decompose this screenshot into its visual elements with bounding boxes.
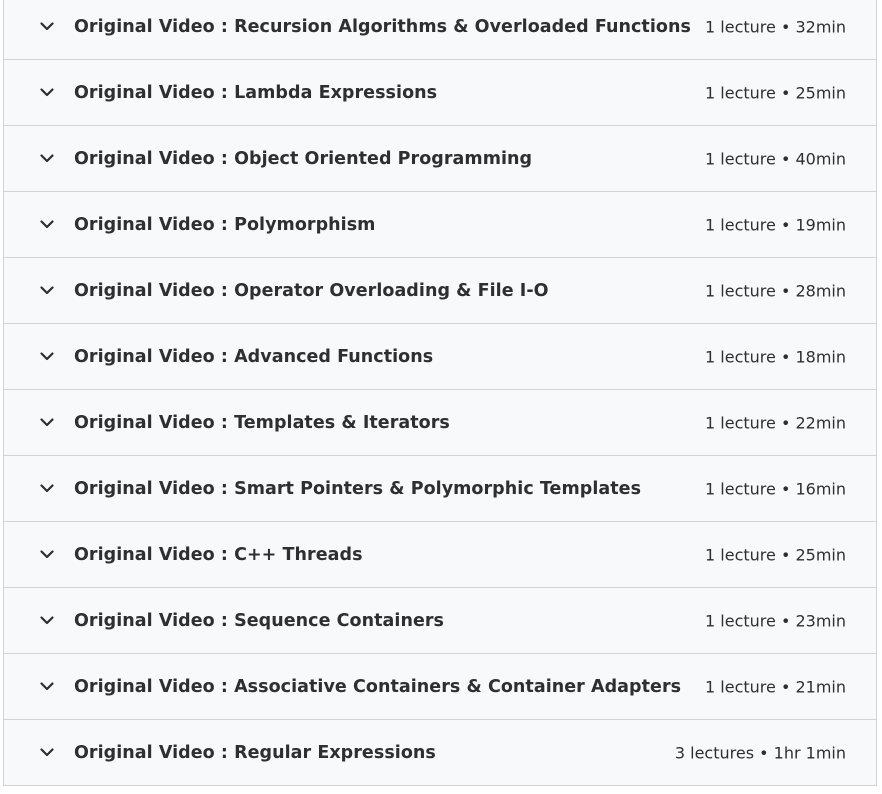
lecture-count: 1 lecture xyxy=(705,611,776,630)
section-duration: 25min xyxy=(795,83,846,102)
section-lecture-duration: 1 lecture • 32min xyxy=(705,17,846,36)
meta-separator: • xyxy=(775,281,796,300)
section-title: Original Video : Object Oriented Program… xyxy=(74,148,533,169)
section-lecture-duration: 1 lecture • 19min xyxy=(705,215,846,234)
section-title: Original Video : Advanced Functions xyxy=(74,346,434,367)
section-title: Original Video : Associative Containers … xyxy=(74,676,682,697)
lecture-count: 1 lecture xyxy=(705,281,776,300)
lecture-count: 1 lecture xyxy=(705,545,776,564)
course-curriculum: Original Video : Recursion Algorithms & … xyxy=(3,0,877,786)
curriculum-section-header[interactable]: Original Video : Regular Expressions 3 le… xyxy=(4,720,876,786)
chevron-down-icon[interactable] xyxy=(38,546,56,564)
section-lecture-duration: 1 lecture • 22min xyxy=(705,413,846,432)
chevron-down-icon[interactable] xyxy=(38,18,56,36)
lecture-count: 1 lecture xyxy=(705,677,776,696)
curriculum-section-header[interactable]: Original Video : Operator Overloading & … xyxy=(4,258,876,324)
section-duration: 16min xyxy=(795,479,846,498)
section-title: Original Video : Smart Pointers & Polymo… xyxy=(74,478,642,499)
curriculum-section-header[interactable]: Original Video : Polymorphism 1 lecture •… xyxy=(4,192,876,258)
section-lecture-duration: 1 lecture • 28min xyxy=(705,281,846,300)
section-duration: 22min xyxy=(795,413,846,432)
section-lecture-duration: 1 lecture • 16min xyxy=(705,479,846,498)
curriculum-section-header[interactable]: Original Video : Object Oriented Program… xyxy=(4,126,876,192)
chevron-down-icon[interactable] xyxy=(38,612,56,630)
lecture-count: 1 lecture xyxy=(705,479,776,498)
section-duration: 40min xyxy=(795,149,846,168)
section-duration: 28min xyxy=(795,281,846,300)
meta-separator: • xyxy=(775,545,796,564)
section-lecture-duration: 1 lecture • 25min xyxy=(705,83,846,102)
curriculum-section-header[interactable]: Original Video : C++ Threads 1 lecture • … xyxy=(4,522,876,588)
section-lecture-duration: 1 lecture • 23min xyxy=(705,611,846,630)
lecture-count: 1 lecture xyxy=(705,149,776,168)
meta-separator: • xyxy=(775,17,796,36)
curriculum-section-header[interactable]: Original Video : Lambda Expressions 1 lec… xyxy=(4,60,876,126)
meta-separator: • xyxy=(754,743,774,762)
chevron-down-icon[interactable] xyxy=(38,216,56,234)
section-title: Original Video : C++ Threads xyxy=(74,544,363,565)
section-title: Original Video : Recursion Algorithms & … xyxy=(74,16,691,37)
meta-separator: • xyxy=(775,479,796,498)
section-title: Original Video : Regular Expressions xyxy=(74,742,436,763)
chevron-down-icon[interactable] xyxy=(38,150,56,168)
section-title: Original Video : Operator Overloading & … xyxy=(74,280,549,301)
curriculum-section-header[interactable]: Original Video : Smart Pointers & Polymo… xyxy=(4,456,876,522)
section-duration: 19min xyxy=(795,215,846,234)
meta-separator: • xyxy=(775,83,796,102)
lecture-count: 1 lecture xyxy=(705,347,776,366)
meta-separator: • xyxy=(775,215,796,234)
chevron-down-icon[interactable] xyxy=(38,414,56,432)
meta-separator: • xyxy=(775,149,796,168)
lecture-count: 1 lecture xyxy=(705,17,776,36)
section-duration: 25min xyxy=(795,545,846,564)
section-lecture-duration: 3 lectures • 1hr 1min xyxy=(675,743,846,762)
section-title: Original Video : Polymorphism xyxy=(74,214,376,235)
chevron-down-icon[interactable] xyxy=(38,348,56,366)
chevron-down-icon[interactable] xyxy=(38,480,56,498)
curriculum-section-header[interactable]: Original Video : Advanced Functions 1 lec… xyxy=(4,324,876,390)
chevron-down-icon[interactable] xyxy=(38,678,56,696)
meta-separator: • xyxy=(775,677,796,696)
section-lecture-duration: 1 lecture • 25min xyxy=(705,545,846,564)
curriculum-section-header[interactable]: Original Video : Recursion Algorithms & … xyxy=(4,0,876,60)
meta-separator: • xyxy=(775,611,796,630)
meta-separator: • xyxy=(775,347,796,366)
lecture-count: 1 lecture xyxy=(705,215,776,234)
lecture-count: 3 lectures xyxy=(674,743,755,762)
section-duration: 1hr 1min xyxy=(773,743,846,762)
section-lecture-duration: 1 lecture • 40min xyxy=(705,149,846,168)
section-duration: 32min xyxy=(795,17,846,36)
chevron-down-icon[interactable] xyxy=(38,744,56,762)
section-duration: 23min xyxy=(795,611,846,630)
section-duration: 21min xyxy=(795,677,846,696)
section-title: Original Video : Sequence Containers xyxy=(74,610,445,631)
section-lecture-duration: 1 lecture • 18min xyxy=(705,347,846,366)
curriculum-section-header[interactable]: Original Video : Templates & Iterators 1 … xyxy=(4,390,876,456)
section-title: Original Video : Templates & Iterators xyxy=(74,412,450,433)
chevron-down-icon[interactable] xyxy=(38,84,56,102)
lecture-count: 1 lecture xyxy=(705,83,776,102)
curriculum-section-header[interactable]: Original Video : Sequence Containers 1 le… xyxy=(4,588,876,654)
curriculum-section-header[interactable]: Original Video : Associative Containers … xyxy=(4,654,876,720)
meta-separator: • xyxy=(775,413,796,432)
section-lecture-duration: 1 lecture • 21min xyxy=(705,677,846,696)
chevron-down-icon[interactable] xyxy=(38,282,56,300)
section-title: Original Video : Lambda Expressions xyxy=(74,82,438,103)
section-duration: 18min xyxy=(795,347,846,366)
lecture-count: 1 lecture xyxy=(705,413,776,432)
